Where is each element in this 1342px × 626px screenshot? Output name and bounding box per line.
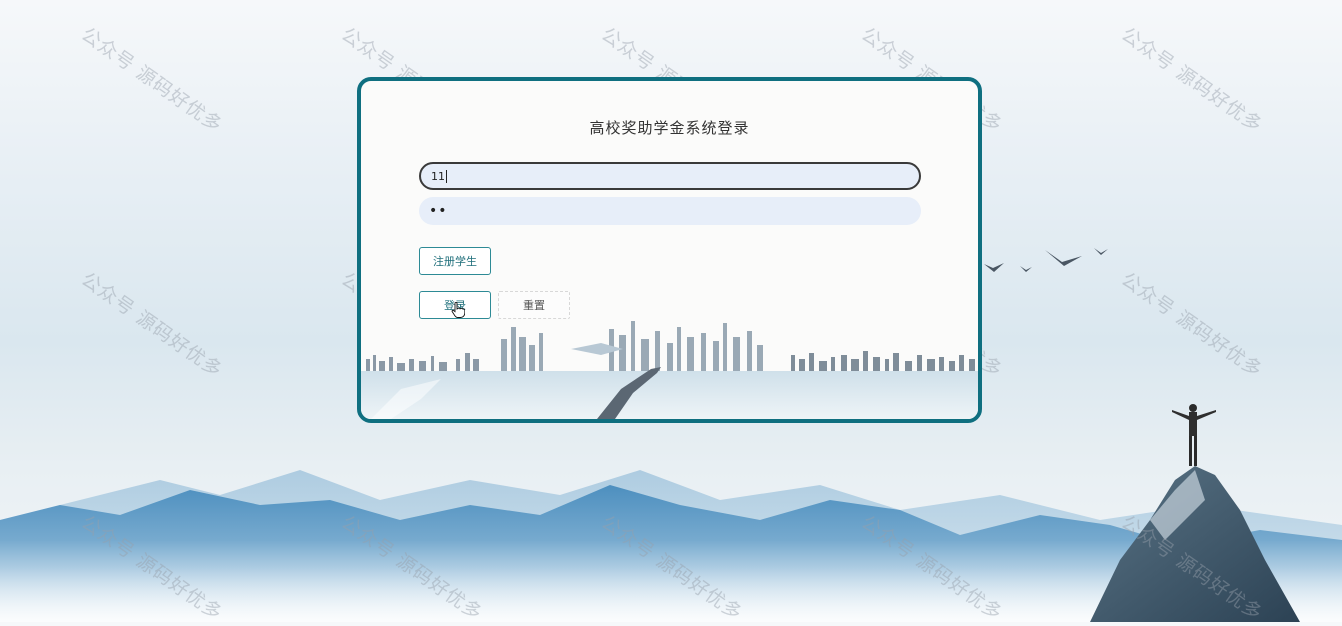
username-value: 11 bbox=[431, 169, 445, 183]
password-input[interactable]: •• bbox=[419, 197, 921, 225]
login-card: 高校奖助学金系统登录 11 •• 注册学生 登录 重置 bbox=[357, 77, 982, 423]
page-title: 高校奖助学金系统登录 bbox=[589, 119, 750, 137]
username-input[interactable]: 11 bbox=[419, 162, 921, 190]
person-on-peak-icon bbox=[1172, 404, 1216, 466]
password-mask: •• bbox=[429, 203, 448, 219]
birds-icon bbox=[984, 248, 1108, 272]
text-caret bbox=[446, 169, 447, 183]
reset-button[interactable]: 重置 bbox=[498, 291, 570, 319]
hand-pointer-icon bbox=[451, 302, 465, 318]
city-skyline-illustration bbox=[361, 321, 978, 419]
register-student-button[interactable]: 注册学生 bbox=[419, 247, 491, 275]
